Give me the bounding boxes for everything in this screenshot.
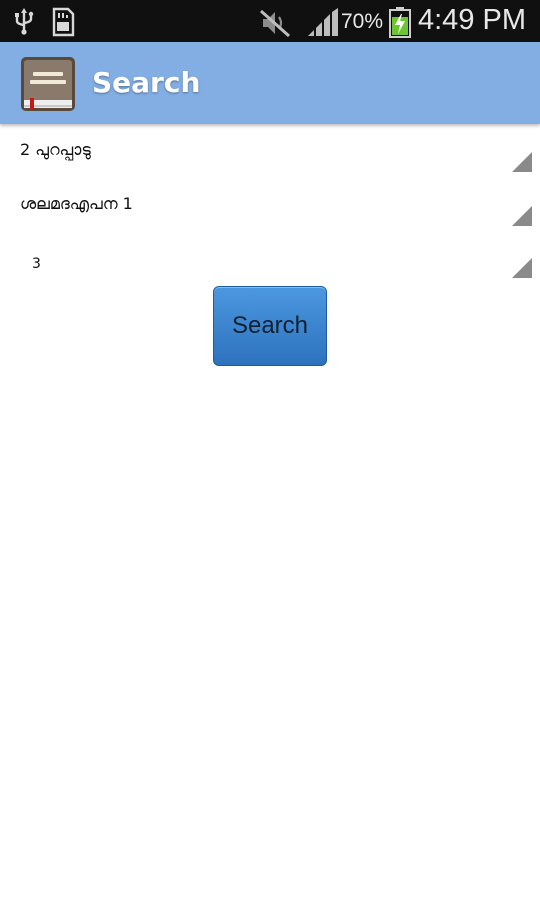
page-title: Search: [92, 66, 201, 99]
dropdown-arrow-icon: [512, 152, 532, 172]
book-icon: [21, 57, 75, 111]
sd-card-icon: [52, 7, 75, 37]
battery-charging-icon: [389, 7, 411, 38]
dropdown-arrow-icon: [512, 206, 532, 226]
mute-icon: [260, 9, 290, 38]
chapter-spinner[interactable]: ശലമദഎപന 1: [0, 180, 540, 232]
book-spinner[interactable]: 2 പുറപ്പാടു: [0, 126, 540, 178]
battery-percent: 70%: [341, 10, 384, 33]
status-time: 4:49 PM: [418, 4, 526, 36]
chapter-spinner-value: ശലമദഎപന 1: [20, 194, 133, 213]
signal-icon: [308, 8, 338, 36]
status-bar: 70% 4:49 PM: [0, 0, 540, 42]
verse-spinner[interactable]: 3: [0, 232, 540, 284]
search-button[interactable]: Search: [213, 286, 327, 366]
action-bar: Search: [0, 42, 540, 124]
usb-icon: [15, 8, 34, 35]
dropdown-arrow-icon: [512, 258, 532, 278]
verse-spinner-value: 3: [32, 256, 41, 272]
book-spinner-value: 2 പുറപ്പാടു: [20, 140, 91, 159]
